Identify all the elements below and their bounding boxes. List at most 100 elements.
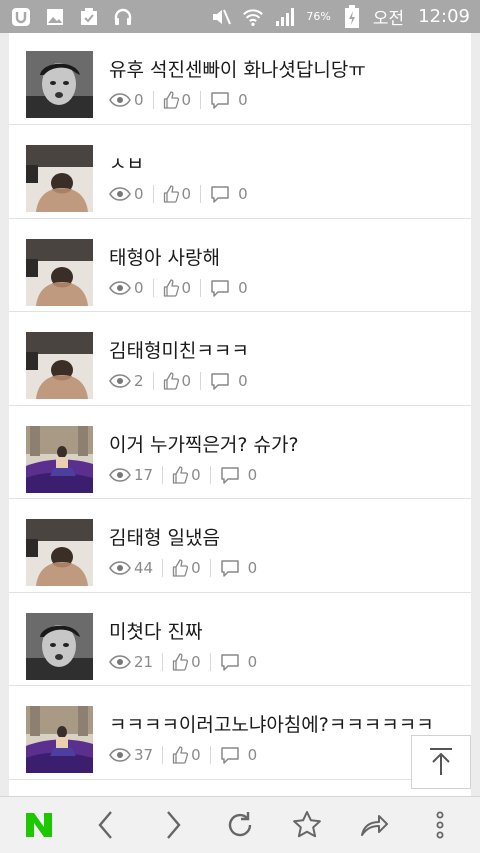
views-eye-icon: [109, 561, 131, 575]
like-thumbs-up-icon: [163, 372, 179, 390]
comment-count[interactable]: 0: [220, 746, 258, 764]
meta-divider: [200, 278, 202, 297]
view-count-value: 37: [134, 746, 154, 764]
like-thumbs-up-icon: [172, 465, 189, 484]
bookmark-star-icon: [292, 811, 321, 838]
views-eye-icon: [109, 280, 131, 295]
post-title[interactable]: 김태형 일냈음: [109, 523, 220, 550]
mute-icon: [210, 6, 232, 28]
share-button[interactable]: [348, 800, 400, 850]
post-list-item[interactable]: 이거 누가찍은거? 슈가? 17 0 0: [9, 406, 471, 499]
post-title[interactable]: 김태형미친ㅋㅋㅋ: [109, 336, 249, 363]
view-count-value: 0: [134, 91, 144, 109]
like-thumbs-up-icon: [172, 559, 189, 577]
post-meta: 44 0 0: [109, 559, 257, 577]
post-thumbnail[interactable]: [26, 332, 93, 399]
like-thumbs-up-icon: [172, 652, 189, 671]
status-time: 12:09: [418, 6, 470, 27]
like-count[interactable]: 0: [172, 653, 201, 671]
more-icon: [436, 811, 444, 839]
post-title[interactable]: 미쳣다 진짜: [109, 617, 202, 644]
arrow-up-to-top-icon: [430, 748, 452, 775]
like-count[interactable]: 0: [163, 91, 192, 109]
post-thumbnail[interactable]: [26, 51, 93, 118]
comment-count-value: 0: [247, 465, 258, 484]
like-count-value: 0: [191, 746, 201, 764]
scroll-to-top-button[interactable]: [411, 735, 471, 789]
like-count[interactable]: 0: [163, 279, 191, 297]
view-count: 0: [109, 91, 144, 109]
status-ampm: 오전: [372, 9, 405, 29]
post-thumbnail[interactable]: [26, 519, 93, 586]
like-count-value: 0: [181, 185, 192, 203]
post-title[interactable]: 태형아 사랑해: [109, 243, 220, 270]
bookmark-button[interactable]: [281, 800, 333, 850]
views-eye-icon: [109, 748, 131, 762]
back-button[interactable]: [80, 800, 132, 850]
meta-divider: [152, 372, 154, 390]
view-count-value: 0: [134, 278, 144, 297]
view-count-value: 44: [134, 559, 154, 577]
post-list-item[interactable]: 유후 석진센빠이 화나셧답니당ㅠ 0 0 0: [9, 33, 471, 125]
content-area: 유후 석진센빠이 화나셧답니당ㅠ 0 0 0 ㅅㅂ 0 0 0 태형아 사랑해 0 0 0 김태형미친ㅋ…: [0, 33, 480, 796]
like-count-value: 0: [191, 652, 201, 671]
comment-count[interactable]: 0: [210, 372, 248, 390]
comment-bubble-icon: [220, 747, 239, 764]
post-title[interactable]: 유후 석진센빠이 화나셧답니당ㅠ: [109, 55, 366, 82]
post-thumbnail[interactable]: [26, 425, 93, 493]
post-title[interactable]: ㅋㅋㅋㅋ이러고노냐아침에?ㅋㅋㅋㅋㅋㅋ: [109, 710, 434, 737]
view-count: 21: [109, 653, 153, 671]
post-thumbnail[interactable]: [26, 238, 93, 306]
meta-divider: [162, 746, 164, 764]
like-count[interactable]: 0: [172, 466, 201, 484]
refresh-icon: [228, 812, 252, 837]
more-button[interactable]: [414, 800, 466, 850]
meta-divider: [152, 91, 154, 109]
meta-divider: [200, 91, 202, 109]
post-meta: 0 0 0: [109, 278, 248, 297]
post-list-item[interactable]: ㅅㅂ 0 0 0: [9, 125, 471, 219]
comment-count[interactable]: 0: [220, 465, 258, 484]
post-list-item[interactable]: 미쳣다 진짜 21 0 0: [9, 593, 471, 686]
comment-count[interactable]: 0: [220, 559, 257, 577]
forward-button[interactable]: [147, 800, 199, 850]
like-count-value: 0: [181, 91, 192, 109]
like-count[interactable]: 0: [172, 746, 201, 764]
post-title[interactable]: 이거 누가찍은거? 슈가?: [109, 430, 299, 457]
like-count[interactable]: 0: [172, 559, 201, 577]
like-count[interactable]: 0: [163, 185, 192, 203]
post-thumbnail[interactable]: [26, 612, 93, 680]
signal-icon: [274, 6, 296, 28]
view-count: 44: [109, 559, 153, 577]
views-eye-icon: [109, 374, 131, 388]
meta-divider: [200, 372, 202, 390]
like-count[interactable]: 0: [163, 372, 191, 390]
view-count-value: 21: [134, 652, 154, 671]
meta-divider: [152, 185, 154, 203]
post-title[interactable]: ㅅㅂ: [109, 149, 144, 176]
post-list-item[interactable]: 김태형미친ㅋㅋㅋ 2 0 0: [9, 312, 471, 406]
views-eye-icon: [109, 187, 131, 201]
views-eye-icon: [109, 654, 131, 669]
post-list-item[interactable]: ㅋㅋㅋㅋ이러고노냐아침에?ㅋㅋㅋㅋㅋㅋ 37 0 0: [9, 686, 471, 780]
post-list-item[interactable]: 김태형 일냈음 44 0 0: [9, 499, 471, 593]
post-thumbnail[interactable]: [26, 145, 93, 212]
comment-count[interactable]: 0: [210, 279, 248, 297]
view-count: 17: [109, 466, 153, 484]
comment-count-value: 0: [247, 652, 258, 671]
comment-count-value: 0: [247, 746, 258, 764]
post-thumbnail[interactable]: [26, 706, 93, 773]
comment-count-value: 0: [238, 185, 248, 203]
clipboard-check-icon: [78, 6, 100, 28]
comment-count[interactable]: 0: [210, 185, 248, 203]
back-icon: [98, 811, 113, 839]
post-meta: 37 0 0: [109, 746, 257, 764]
views-eye-icon: [109, 467, 131, 482]
naver-home-button[interactable]: [13, 800, 65, 850]
comment-count[interactable]: 0: [210, 91, 248, 109]
comment-count-value: 0: [238, 278, 248, 297]
post-list-item[interactable]: 태형아 사랑해 0 0 0: [9, 219, 471, 312]
refresh-button[interactable]: [214, 800, 266, 850]
comment-count[interactable]: 0: [220, 652, 258, 671]
post-meta: 0 0 0: [109, 185, 248, 203]
